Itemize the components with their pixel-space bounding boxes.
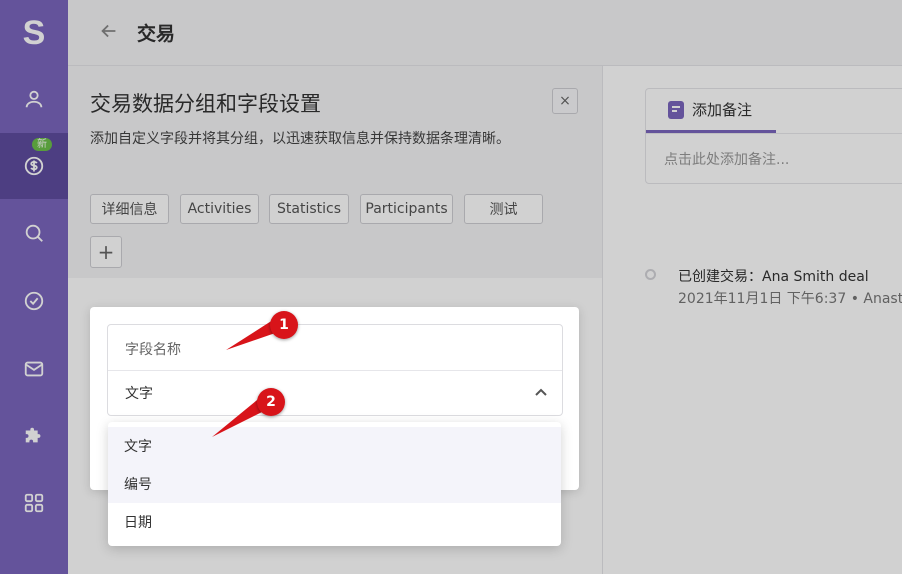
callout-marker-1: 1 [270,311,298,339]
field-type-dropdown: 文字 编号 日期 [108,422,561,546]
field-separator [108,370,562,371]
field-name-input[interactable]: 字段名称 [125,339,181,359]
option-number[interactable]: 编号 [108,465,561,503]
field-type-select[interactable]: 文字 [125,383,153,403]
chevron-up-icon[interactable] [534,385,548,399]
field-form: 字段名称 文字 [107,324,563,416]
callout-marker-2: 2 [257,388,285,416]
option-date[interactable]: 日期 [108,503,561,541]
option-text[interactable]: 文字 [108,427,561,465]
